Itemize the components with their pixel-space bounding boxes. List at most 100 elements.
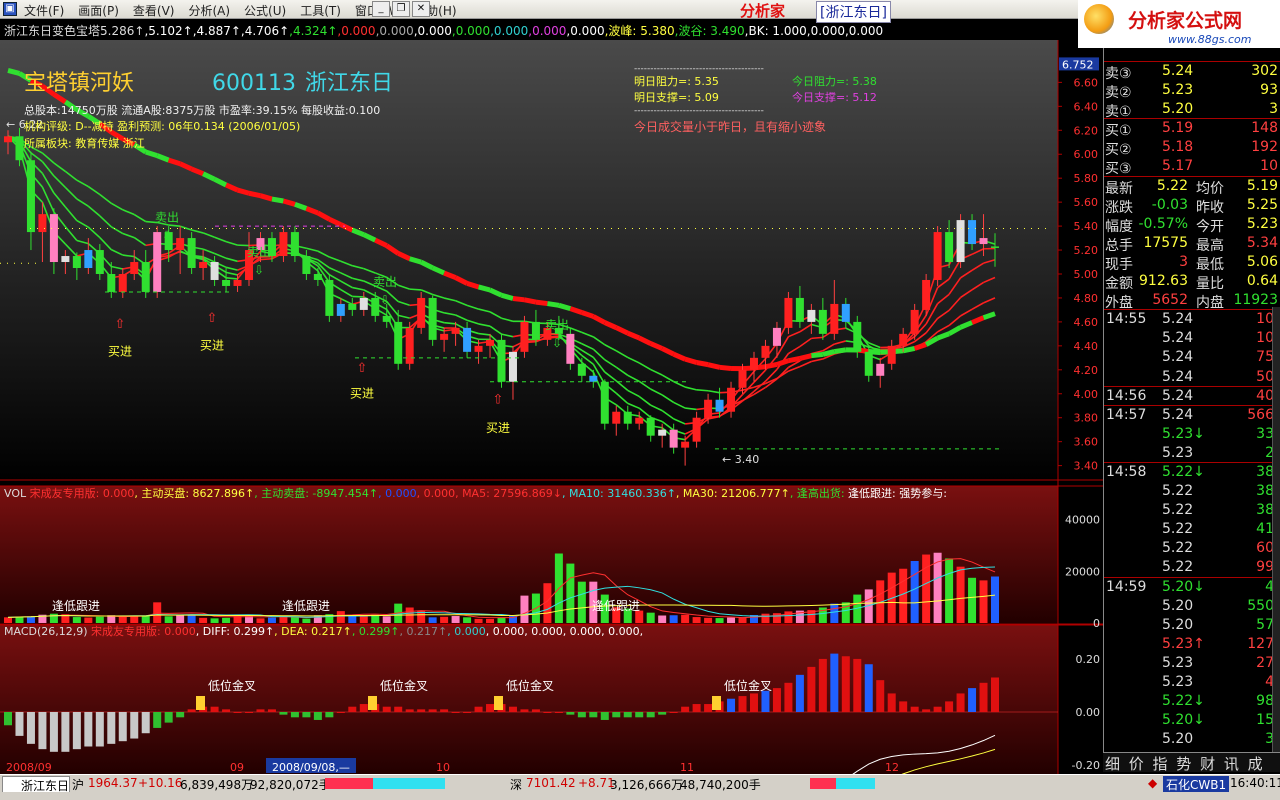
macd-bar (933, 706, 942, 712)
candle (899, 333, 908, 346)
close-icon[interactable]: ✕ (412, 1, 430, 17)
macd-axis-label: -0.20 (1072, 759, 1100, 772)
tick-row: 5.24 10 (1104, 329, 1280, 348)
volume-header-value: 逢低跟进: 强势参与: (845, 486, 947, 500)
candle (153, 232, 162, 292)
kline-chart[interactable]: 6.60 6.40 6.20 6.00 5.80 5.60 5.40 5.20 5.00 4.80… (0, 40, 1103, 778)
volume-header-value: , 0.000 (378, 487, 416, 500)
macd-bar (451, 712, 460, 713)
macd-bar (853, 658, 862, 712)
buy-label: 买进 (350, 386, 374, 400)
menu-item[interactable]: 公式(U) (242, 2, 288, 19)
low-follow-label: 逢低跟进 (592, 599, 640, 613)
quote-tabs[interactable]: 细 价 指 势 财 讯 成 盘 评 (1103, 752, 1280, 794)
price-axis-label: 3.40 (1074, 460, 1099, 473)
dash-line: ---------------------------------------- (634, 64, 764, 74)
sell-arrow-icon: ⇩ (162, 228, 172, 242)
volume-note: 今日成交量小于昨日，且有缩小迹象 (634, 119, 826, 134)
stock-code: 600113 (212, 71, 296, 96)
price-axis-label: 4.20 (1074, 364, 1099, 377)
sz-ratio-bar (810, 778, 875, 789)
volume-bar (945, 558, 954, 623)
quote-panel: 卖③ 5.24 302 卖② 5.23 93 卖① 5.20 3 买① 5.19 148 买② 5.18 1… (1103, 20, 1280, 758)
fundamental-line: 总股本:14750万股 流通A股:8375万股 市盈率:39.15% 每股收益:… (24, 103, 380, 117)
macd-bar (910, 706, 919, 712)
menu-item[interactable]: 工具(T) (298, 2, 343, 19)
menu-item[interactable]: 画面(P) (76, 2, 121, 19)
sell-label: 卖出 (155, 210, 179, 224)
ask-volume: 3 (1269, 101, 1278, 118)
clock: 16:40:11 (1230, 776, 1280, 790)
price-axis-label: 3.80 (1074, 412, 1099, 425)
restore-icon[interactable]: ❐ (392, 1, 410, 17)
tick-price: 5.23↓ (1162, 425, 1205, 442)
minimize-icon[interactable]: _ (372, 1, 390, 17)
chart-area[interactable]: 浙江东日变色宝塔5.286↑,5.102↑,4.887↑,4.706↑,4.32… (0, 20, 1103, 778)
stat-value: 5.25 (1246, 196, 1278, 213)
indicator-header: 浙江东日变色宝塔5.286↑,5.102↑,4.887↑,4.706↑,4.32… (4, 22, 883, 39)
macd-bar (508, 706, 517, 712)
ask-volume: 302 (1251, 63, 1278, 79)
candle (497, 339, 506, 382)
candle (577, 363, 586, 376)
sz-label: 深 (510, 778, 523, 792)
candle (589, 375, 598, 382)
sell-label: 卖出 (373, 275, 397, 289)
logo-url: www.88gs.com (1168, 33, 1252, 46)
candle (922, 279, 931, 310)
main-tower-line (811, 351, 824, 359)
macd-bar (290, 712, 299, 718)
macd-bar (830, 653, 839, 712)
status-bar: 浙江东日 沪 1964.37 +10.16 6,839,498万 92,820,… (0, 774, 1280, 795)
macd-bar (348, 706, 357, 712)
tick-time: 14:55 (1106, 311, 1147, 328)
main-tower-line (512, 295, 525, 303)
tick-scrollbar[interactable] (1272, 307, 1280, 752)
app-icon[interactable]: ▣ (3, 2, 17, 16)
macd-bar (635, 712, 644, 718)
menu-item[interactable]: 分析(A) (186, 2, 232, 19)
warning-icon: ◆ (1148, 776, 1158, 790)
macd-bar (49, 712, 58, 752)
candle (325, 279, 334, 316)
macd-bar (428, 709, 437, 712)
volume-bar (577, 581, 586, 623)
macd-panel-bg (0, 624, 1058, 775)
indicator-value: ,5.102↑ (144, 24, 193, 38)
volume-bar (451, 616, 460, 623)
bid-level-label: 买② (1105, 142, 1132, 159)
tick-time: 14:59 (1106, 578, 1147, 595)
macd-header-value: , 0.000, (601, 625, 643, 638)
candle (508, 351, 517, 382)
menu-item[interactable]: 查看(V) (131, 2, 177, 19)
sell-label: 卖出 (545, 318, 569, 332)
buy-label: 买进 (486, 421, 510, 435)
main-tower-line (535, 299, 548, 307)
date-axis-label: 11 (680, 761, 694, 774)
candle (451, 327, 460, 334)
volume-axis-label: 20000 (1065, 565, 1100, 578)
date-axis-label: 2008/09/08,— (272, 761, 350, 774)
stat-label: 现手 (1105, 256, 1133, 273)
ask-row: 卖③ 5.24 302 (1104, 62, 1280, 82)
candle (876, 363, 885, 376)
stat-label: 昨收 (1196, 199, 1224, 216)
menu-item[interactable]: 文件(F) (22, 2, 66, 19)
ticker-name[interactable]: 石化CWB1 (1163, 776, 1230, 793)
golden-cross-label: 低位金叉 (506, 678, 554, 693)
main-tower-line (547, 301, 560, 308)
candle (417, 297, 426, 328)
volume-bar (830, 603, 839, 623)
tick-price: 5.22 (1162, 559, 1194, 576)
volume-bar (899, 568, 908, 623)
candle (991, 246, 999, 248)
volume-bar (72, 617, 81, 623)
candle (428, 297, 437, 340)
candle (692, 417, 701, 442)
indicator-value: 浙江东日 (4, 24, 53, 38)
main-tower-line (902, 345, 916, 354)
tower-ma-line (352, 295, 364, 298)
volume-bar (267, 617, 276, 623)
volume-bar (290, 616, 299, 623)
macd-bar (945, 701, 954, 712)
